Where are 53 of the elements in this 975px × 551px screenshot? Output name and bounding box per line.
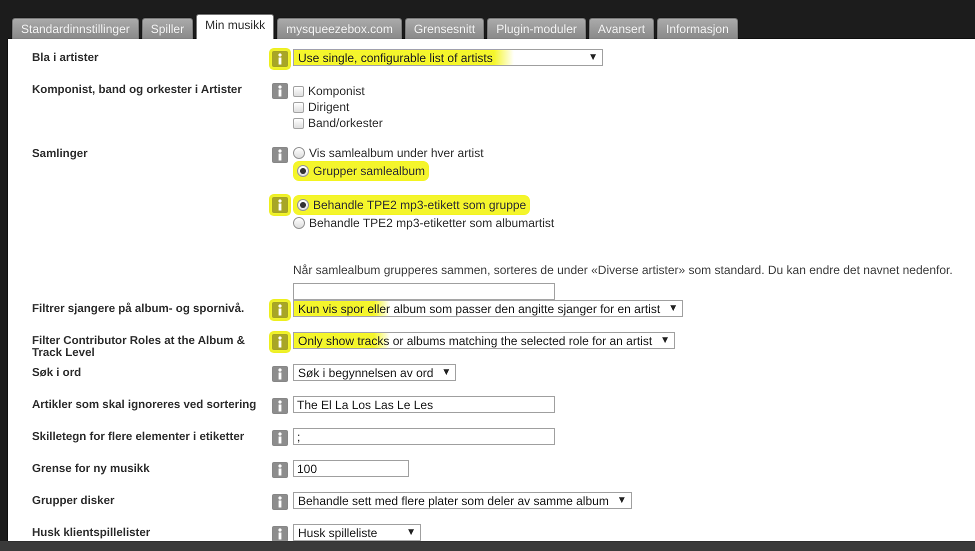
dropdown[interactable]: Use single, configurable list of artists ▼ xyxy=(293,49,603,66)
option-label: Grupper samlealbum xyxy=(313,164,426,178)
radio-button[interactable] xyxy=(297,165,309,177)
option-label: Vis samlealbum under hver artist xyxy=(309,146,484,160)
dropdown[interactable]: Søk i begynnelsen av ord ▼ xyxy=(293,364,456,381)
info-icon[interactable] xyxy=(272,147,288,163)
info-icon[interactable] xyxy=(272,526,288,541)
option-label: Behandle TPE2 mp3-etiketter som albumartist xyxy=(309,216,554,230)
info-icon[interactable] xyxy=(272,494,288,510)
info-icon[interactable] xyxy=(272,366,288,382)
tab[interactable]: Min musikk xyxy=(196,14,274,39)
radio-button[interactable] xyxy=(293,147,305,159)
info-icon[interactable] xyxy=(272,334,288,350)
option-label: Band/orkester xyxy=(308,116,383,130)
info-icon[interactable] xyxy=(272,197,288,213)
setting-label: Filter Contributor Roles at the Album & Track Level xyxy=(32,334,246,359)
caret-icon: ▼ xyxy=(616,495,627,506)
checkbox[interactable] xyxy=(293,118,304,128)
caret-icon: ▼ xyxy=(406,527,416,538)
info-icon[interactable] xyxy=(272,398,288,414)
input-field[interactable]: ; xyxy=(293,428,555,445)
radio-button[interactable] xyxy=(297,199,309,211)
help-text: Når samlealbum grupperes sammen, sorteres de under «Diverse artister» som standard. Du kan endre det navnet nedenfor. xyxy=(293,263,954,277)
setting-label: Artikler som skal ignoreres ved sortering xyxy=(32,398,258,411)
setting-label: Grupper disker xyxy=(32,494,116,507)
setting-label: Bla i artister xyxy=(32,51,100,64)
input-field[interactable] xyxy=(293,283,555,300)
input-field[interactable]: 100 xyxy=(293,460,409,477)
setting-label: Husk klientspillelister xyxy=(32,526,152,539)
option-label: Dirigent xyxy=(308,100,350,114)
caret-icon: ▼ xyxy=(668,303,678,314)
info-icon[interactable] xyxy=(272,462,288,478)
caret-icon: ▼ xyxy=(660,335,670,346)
option-label: Komponist xyxy=(308,84,365,98)
radio-button[interactable] xyxy=(293,217,305,229)
dropdown[interactable]: Behandle sett med flere plater som deler av samme album ▼ xyxy=(293,492,632,509)
setting-label: Komponist, band og orkester i Artister xyxy=(32,83,243,96)
info-icon[interactable] xyxy=(272,302,288,318)
checkbox[interactable] xyxy=(293,86,304,96)
option-label: Behandle TPE2 mp3-etikett som gruppe xyxy=(313,198,526,212)
input-field[interactable]: The El La Los Las Le Les xyxy=(293,396,555,413)
caret-icon: ▼ xyxy=(441,367,452,378)
info-icon[interactable] xyxy=(272,83,288,99)
setting-label: Søk i ord xyxy=(32,366,82,379)
checkbox[interactable] xyxy=(293,102,304,112)
info-icon[interactable] xyxy=(272,430,288,446)
dropdown[interactable]: Husk spilleliste ▼ xyxy=(293,524,421,541)
setting-label: Samlinger xyxy=(32,147,89,160)
caret-icon: ▼ xyxy=(588,52,598,63)
info-icon[interactable] xyxy=(272,51,288,67)
setting-label: Filtrer sjangere på album- og spornivå. xyxy=(32,302,246,315)
setting-label: Grense for ny musikk xyxy=(32,462,151,475)
setting-label: Skilletegn for flere elementer i etiketter xyxy=(32,430,246,443)
